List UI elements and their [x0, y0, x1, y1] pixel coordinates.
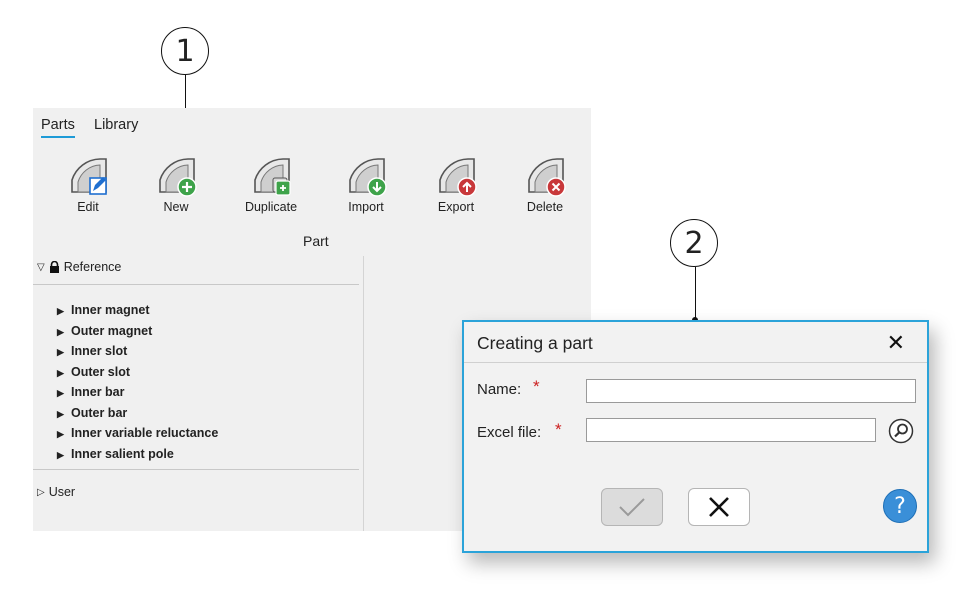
callout-2-number: 2: [684, 225, 704, 261]
new-button[interactable]: New: [136, 154, 216, 214]
list-item[interactable]: ▶ Outer bar: [57, 403, 218, 424]
callout-1: 1: [161, 27, 209, 75]
list-item[interactable]: ▶ Outer magnet: [57, 321, 218, 342]
edit-button[interactable]: Edit: [48, 154, 128, 214]
delete-button[interactable]: Delete: [505, 154, 585, 214]
expand-triangle-icon: ▶: [57, 306, 64, 316]
required-mark: *: [533, 377, 540, 396]
user-label: User: [48, 485, 76, 499]
part-toolbar: Edit New Duplicate Import Export Delete: [33, 154, 591, 224]
callout-2-leader: [695, 267, 696, 321]
close-icon[interactable]: ✕: [887, 330, 905, 356]
parts-tree: ▽ Reference ▶ Inner magnet ▶ Outer magnet …: [33, 256, 363, 531]
new-label: New: [163, 200, 189, 214]
divider: [464, 362, 927, 363]
sector-icon: [159, 158, 197, 197]
expand-triangle-icon: ▶: [57, 408, 64, 419]
list-item[interactable]: ▶ Inner salient pole: [57, 444, 218, 465]
dialog-title: Creating a part: [477, 333, 593, 353]
expand-triangle-icon: ▷: [37, 486, 45, 498]
import-button[interactable]: Import: [326, 154, 406, 214]
tab-bar: Parts Library: [33, 108, 591, 142]
divider: [33, 469, 359, 470]
expand-triangle-icon: ▶: [57, 449, 64, 460]
expand-triangle-icon: ▶: [57, 429, 64, 439]
sector-icon: [254, 158, 291, 196]
sector-icon: [528, 158, 566, 197]
checkmark-icon: [619, 498, 645, 517]
expand-triangle-icon: ▶: [57, 326, 64, 337]
duplicate-label: Duplicate: [244, 200, 298, 214]
import-label: Import: [348, 200, 384, 214]
creating-part-dialog: Creating a part ✕ Name: * Excel file: * …: [462, 320, 929, 553]
callout-1-number: 1: [175, 33, 195, 69]
sector-icon: [439, 158, 477, 197]
expand-triangle-icon: ▶: [57, 347, 64, 357]
tab-library[interactable]: Library: [94, 117, 138, 133]
list-item[interactable]: ▶ Inner variable reluctance: [57, 423, 218, 444]
export-button[interactable]: Export: [416, 154, 496, 214]
reference-label: Reference: [63, 260, 122, 274]
cancel-button[interactable]: [688, 488, 750, 526]
expand-triangle-icon: ▶: [57, 367, 64, 378]
splitter[interactable]: [363, 256, 364, 531]
reference-list: ▶ Inner magnet ▶ Outer magnet ▶ Inner slot …: [57, 300, 218, 464]
excel-file-field[interactable]: [586, 418, 876, 442]
tab-parts[interactable]: Parts: [41, 117, 75, 138]
close-icon: [709, 497, 729, 517]
tree-section-reference[interactable]: ▽ Reference: [37, 260, 121, 274]
sector-icon: [349, 158, 387, 197]
expand-triangle-icon: ▶: [57, 388, 64, 398]
sector-icon: [71, 158, 107, 195]
lock-icon: [49, 261, 59, 273]
toolbar-group-title: Part: [303, 233, 329, 249]
list-item[interactable]: ▶ Outer slot: [57, 362, 218, 383]
list-item[interactable]: ▶ Inner bar: [57, 382, 218, 403]
tree-section-user[interactable]: ▷ User: [37, 485, 75, 499]
list-item[interactable]: ▶ Inner magnet: [57, 300, 218, 321]
callout-2: 2: [670, 219, 718, 267]
name-field[interactable]: [586, 379, 916, 403]
name-label: Name:: [477, 381, 522, 398]
list-item[interactable]: ▶ Inner slot: [57, 341, 218, 362]
collapse-triangle-icon: ▽: [37, 261, 45, 273]
excel-file-label: Excel file:: [477, 424, 542, 441]
delete-label: Delete: [526, 200, 564, 214]
browse-magnifier-icon[interactable]: [888, 418, 914, 444]
required-mark: *: [555, 420, 562, 439]
help-icon[interactable]: ?: [883, 489, 917, 523]
edit-label: Edit: [77, 200, 99, 214]
export-label: Export: [437, 200, 475, 214]
divider: [33, 284, 359, 285]
duplicate-button[interactable]: Duplicate: [231, 154, 311, 214]
ok-button[interactable]: [601, 488, 663, 526]
